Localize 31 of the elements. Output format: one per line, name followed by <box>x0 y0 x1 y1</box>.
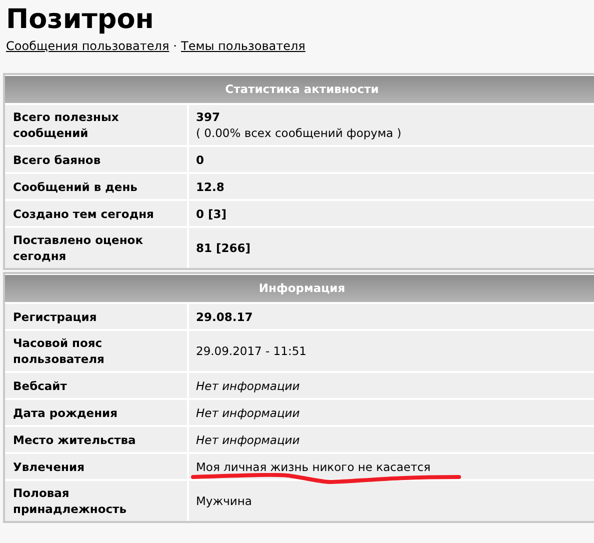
field-label: Часовой пояс пользователя <box>13 335 106 367</box>
field-value: 0 <box>196 152 206 168</box>
field-value: Нет информации <box>196 404 301 420</box>
field-value: 397 <box>196 109 222 125</box>
field-label: Всего баянов <box>13 152 101 168</box>
field-value: 29.09.2017 - 11:51 <box>196 343 308 359</box>
field-label: Место жительства <box>13 432 136 448</box>
field-label: Половая принадлежность <box>13 485 128 517</box>
field-value: 81 [266] <box>196 240 252 256</box>
field-value: Нет информации <box>196 378 301 394</box>
profile-link[interactable]: Сообщения пользователя <box>6 38 170 54</box>
field-label: Регистрация <box>13 308 97 324</box>
page-title: Позитрон <box>6 3 155 37</box>
field-label: Поставлено оценок сегодня <box>13 232 144 264</box>
field-label: Создано тем сегодня <box>13 206 154 222</box>
section-heading: Статистика активности <box>5 76 594 103</box>
field-note: ( 0.00% всех сообщений форума ) <box>196 125 402 141</box>
profile-link[interactable]: Темы пользователя <box>181 38 306 54</box>
section-heading: Информация <box>5 275 594 302</box>
field-value: Моя личная жизнь никого не касается <box>196 458 432 474</box>
link-separator: · <box>173 38 177 54</box>
field-value: Нет информации <box>196 432 301 448</box>
field-label: Сообщений в день <box>13 178 138 194</box>
field-label: Дата рождения <box>13 404 118 420</box>
field-value: Мужчина <box>196 493 253 509</box>
field-value: 0 [3] <box>196 206 228 222</box>
field-label: Увлечения <box>13 458 84 474</box>
field-label: Всего полезных сообщений <box>13 109 120 141</box>
field-value: 12.8 <box>196 178 226 194</box>
field-label: Вебсайт <box>13 378 67 394</box>
field-value: 29.08.17 <box>196 308 254 324</box>
